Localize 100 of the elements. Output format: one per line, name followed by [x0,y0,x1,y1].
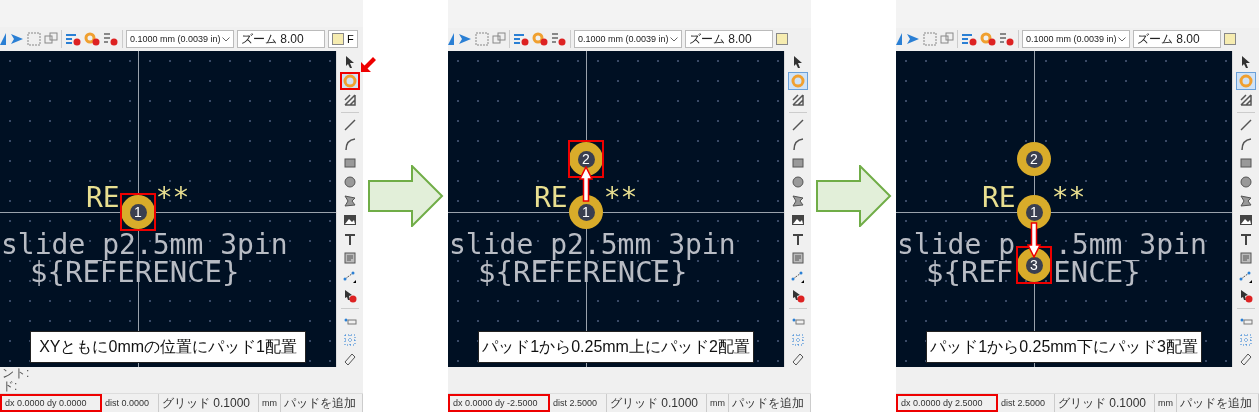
dimension-icon [1239,270,1254,285]
footprint-value-text: slide_p [897,232,1015,259]
arc-icon [1239,137,1254,152]
ring-gear-icon[interactable] [84,32,100,47]
ruler-icon [1239,352,1254,367]
triangle-icon[interactable] [0,32,7,47]
overlapping-squares-icon[interactable] [44,32,58,47]
grid-readout: グリッド 0.1000 [159,394,259,412]
chevron-icon [222,36,230,42]
pad-number: 3 [1025,256,1043,274]
layer-swatch[interactable] [776,33,788,46]
pad-number: 1 [1025,203,1043,221]
triangle-icon[interactable] [896,32,903,47]
delta-readout: dx 0.0000 dy 2.5000 [896,394,998,412]
text-tool-icon [791,232,806,247]
flag-icon[interactable] [906,32,920,47]
up-arrow [579,166,593,203]
pads-gear-icon[interactable] [513,32,529,47]
image-icon [1239,213,1254,228]
reference-field-text: ${REF [926,259,1014,287]
overlapping-squares-icon[interactable] [940,32,954,47]
arc-icon [343,137,358,151]
grid-size-select[interactable]: 0.1000 mm (0.0039 in) [574,30,682,49]
overlapping-squares-icon[interactable] [492,32,506,47]
arc-icon [791,137,806,152]
pads-gear-icon[interactable] [961,32,977,47]
ring-gear-icon[interactable] [532,32,548,47]
units-readout: mm [259,394,281,412]
pointer-arrow [361,56,377,72]
label-text: ント: [2,367,31,380]
distance-readout: dist 2.5000 [998,394,1055,412]
polygon-icon [343,194,358,208]
rectangle-icon [791,156,806,171]
reference-field-text: ENCE} [1053,259,1141,287]
ring-icon [1239,74,1254,89]
zoom-select[interactable]: ズーム 8.00 [685,30,773,49]
ring-icon [791,74,806,89]
delta-readout: dx 0.0000 dy 0.0000 [0,394,102,412]
ruler-icon [791,352,806,367]
line-icon [1239,118,1254,133]
circle-icon [343,175,358,189]
reference-label: ** [603,185,638,212]
ring-icon [343,74,358,88]
cursor-delete-icon [1239,289,1254,304]
pad-number: 1 [577,203,595,221]
layer-select[interactable]: F [328,30,358,49]
zoom-select[interactable]: ズーム 8.00 [1133,30,1221,49]
layer-swatch[interactable] [1224,33,1236,46]
circle-icon [791,175,806,190]
reference-label: ** [1051,185,1086,212]
distance-readout: dist 2.5000 [550,394,607,412]
image-icon [343,213,358,227]
text-box-icon [791,251,806,266]
pad-number: 2 [577,150,595,168]
checklist-icon[interactable] [551,32,567,47]
grid-size-select[interactable]: 0.1000 mm (0.0039 in) [126,30,234,49]
cursor-delete-icon [791,289,806,304]
chevron-icon [670,37,678,42]
caption-text: XYともに0mmの位置にパッド1配置 [30,331,307,363]
dimension-icon [343,270,358,284]
reference-label: ** [155,185,190,212]
cursor-delete-icon [343,289,358,303]
flag-icon[interactable] [10,32,24,47]
action-status: パッドを追加 [281,394,363,412]
pad-number: 1 [129,203,147,221]
grid-dots-icon [1239,333,1254,348]
text-tool-icon [343,232,358,246]
action-status: パッドを追加 [1177,394,1259,412]
grid-dots-icon [791,333,806,348]
reference-label: RE [86,185,120,212]
label-text: ド: [2,380,19,393]
pad-number: 2 [1025,150,1043,168]
triangle-icon[interactable] [448,32,455,47]
ring-gear-icon[interactable] [980,32,996,47]
pads-gear-icon[interactable] [65,32,81,47]
units-readout: mm [707,394,729,412]
text-box-icon [343,251,358,265]
zoom-select[interactable]: ズーム 8.00 [237,30,325,49]
down-arrow [1027,222,1041,259]
line-icon [791,118,806,133]
flag-icon[interactable] [458,32,472,47]
reference-label: RE [982,185,1016,212]
caption-text: パッド1から0.25mm下にパッド3配置 [926,331,1203,364]
action-status: パッドを追加 [729,394,811,412]
ruler-icon [343,352,358,366]
grid-readout: グリッド 0.1000 [1055,394,1155,412]
checklist-icon[interactable] [999,32,1015,47]
image-icon [791,213,806,228]
chevron-icon [1118,37,1126,42]
grid-size-select[interactable]: 0.1000 mm (0.0039 in) [1022,30,1130,49]
dimension-icon [791,270,806,285]
checklist-icon[interactable] [103,32,119,47]
text-tool-icon [1239,232,1254,247]
grid-dots-icon [343,333,358,347]
footprint-value-text: .5mm_3pin [1055,232,1207,259]
caption-text: パッド1から0.25mm上にパッド2配置 [478,331,755,364]
rectangle-icon [343,156,358,170]
circle-icon [1239,175,1254,190]
line-icon [343,118,358,132]
polygon-icon [1239,194,1254,209]
